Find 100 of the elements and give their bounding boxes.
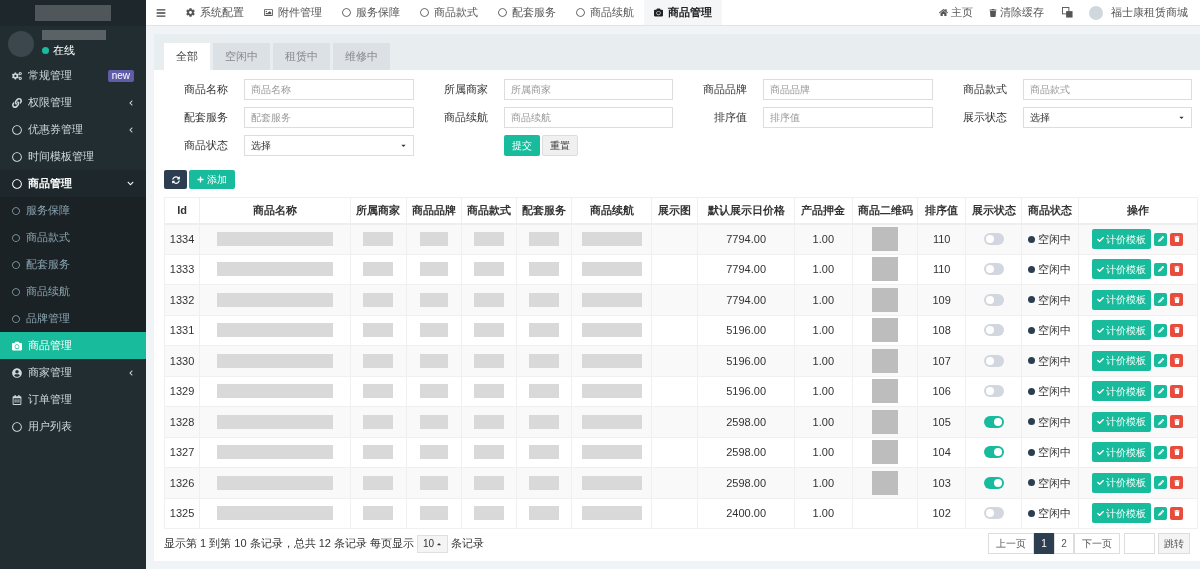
redacted-block [363,232,394,246]
input-field[interactable]: 排序值 [763,107,933,128]
toggle-switch[interactable] [983,354,1004,367]
sidebar-subitem[interactable]: 商品续航 [0,278,146,305]
toggle-switch[interactable] [983,385,1004,398]
sidebar-subitem[interactable]: 品牌管理 [0,305,146,332]
edit-button[interactable] [1154,415,1168,429]
input-field[interactable]: 商品续航 [503,107,673,128]
check-icon [1097,448,1105,456]
page-tab[interactable]: 附件管理 [254,0,332,25]
input-field[interactable]: 配套服务 [244,107,414,128]
redacted-block [419,232,448,246]
jump-button[interactable]: 跳转 [1158,533,1190,554]
edit-button[interactable] [1154,384,1168,398]
translate-icon[interactable] [1062,7,1073,18]
trash-icon [1173,266,1180,273]
page-button[interactable]: 1 [1034,533,1054,554]
page-tab[interactable]: 配套服务 [488,0,566,25]
redacted-block [529,232,560,246]
delete-button[interactable] [1170,384,1184,398]
delete-button[interactable] [1170,415,1184,429]
table-cell: 109 [917,284,966,315]
select-field[interactable]: 选择 [244,135,414,156]
sidebar-subitem[interactable]: 服务保障 [0,197,146,224]
delete-button[interactable] [1170,476,1184,490]
redacted-block [581,414,642,429]
toggle-switch[interactable] [983,507,1004,520]
redacted-block [363,414,394,429]
page-button[interactable]: 2 [1054,533,1074,554]
menu-icon[interactable] [156,7,166,18]
gears-icon [12,70,22,81]
sidebar-item[interactable]: 商品管理 [0,170,146,197]
input-field[interactable]: 所属商家 [503,79,673,100]
table-cell: 110 [917,223,966,254]
check-icon [1097,387,1105,395]
clear-cache-link[interactable]: 清除缓存 [981,4,1052,21]
table-cell: 2400.00 [698,498,795,529]
edit-button[interactable] [1154,354,1168,368]
redacted-block [581,353,642,368]
edit-button[interactable] [1154,506,1168,520]
page-tab[interactable]: 服务保障 [332,0,410,25]
redacted-block [42,29,106,40]
toggle-switch[interactable] [983,415,1004,428]
delete-button[interactable] [1170,445,1184,459]
page-tab[interactable]: 商品管理 [644,0,722,25]
sidebar-subitem[interactable]: 配套服务 [0,251,146,278]
sidebar-item[interactable]: 商家管理 [0,359,146,386]
delete-button[interactable] [1170,232,1184,246]
redacted-block [363,323,394,338]
sidebar-item[interactable]: 权限管理 [0,89,146,116]
delete-button[interactable] [1170,293,1184,307]
column-header: 产品押金 [794,197,853,224]
sidebar-item[interactable]: 时间模板管理 [0,143,146,170]
reset-button[interactable]: 重置 [541,135,578,156]
prev-page-button[interactable]: 上一页 [988,533,1034,554]
sidebar-item[interactable]: 订单管理 [0,386,146,413]
shop-name[interactable]: 福士康租赁商城 [1103,4,1196,21]
refresh-button[interactable] [164,170,187,189]
status-label: 空闲中 [1022,505,1078,522]
delete-button[interactable] [1170,262,1184,276]
delete-button[interactable] [1170,354,1184,368]
delete-button[interactable] [1170,506,1184,520]
edit-button[interactable] [1154,323,1168,337]
page-size-dropdown[interactable]: 10 [417,534,449,553]
edit-button[interactable] [1154,476,1168,490]
input-field[interactable]: 商品款式 [1022,79,1192,100]
table-cell: 2598.00 [698,406,795,437]
toggle-switch[interactable] [983,233,1004,245]
table-cell: 1331 [164,315,200,346]
toggle-switch[interactable] [983,324,1004,337]
redacted-block [581,384,642,399]
sidebar-item[interactable]: 用户列表 [0,413,146,440]
table-cell: 1330 [164,345,200,376]
page-number-input[interactable] [1124,533,1155,554]
status-tab[interactable]: 全部 [164,43,210,70]
edit-button[interactable] [1154,445,1168,459]
sidebar-subitem[interactable]: 商品款式 [0,224,146,251]
input-field[interactable]: 商品名称 [244,79,414,100]
next-page-button[interactable]: 下一页 [1074,533,1120,554]
check-icon [1097,235,1105,243]
page-tab[interactable]: 商品款式 [410,0,488,25]
toggle-switch[interactable] [983,293,1004,306]
page-tab[interactable]: 商品续航 [566,0,644,25]
home-link[interactable]: 主页 [931,4,981,21]
input-field[interactable]: 商品品牌 [763,79,933,100]
toggle-switch[interactable] [983,263,1004,276]
edit-button[interactable] [1154,232,1168,246]
redacted-block [529,353,560,368]
trash-icon [1173,479,1180,486]
edit-button[interactable] [1154,262,1168,276]
delete-button[interactable] [1170,323,1184,337]
sidebar-item[interactable]: 优惠券管理 [0,116,146,143]
sidebar-item[interactable]: 常规管理 new [0,62,146,89]
edit-button[interactable] [1154,293,1168,307]
column-header: 排序值 [917,197,966,224]
toggle-switch[interactable] [983,476,1004,489]
select-field[interactable]: 选择 [1022,107,1192,128]
page-tab[interactable]: 系统配置 [176,0,254,25]
toggle-switch[interactable] [983,446,1004,459]
filter-label: 配套服务 [183,110,229,126]
